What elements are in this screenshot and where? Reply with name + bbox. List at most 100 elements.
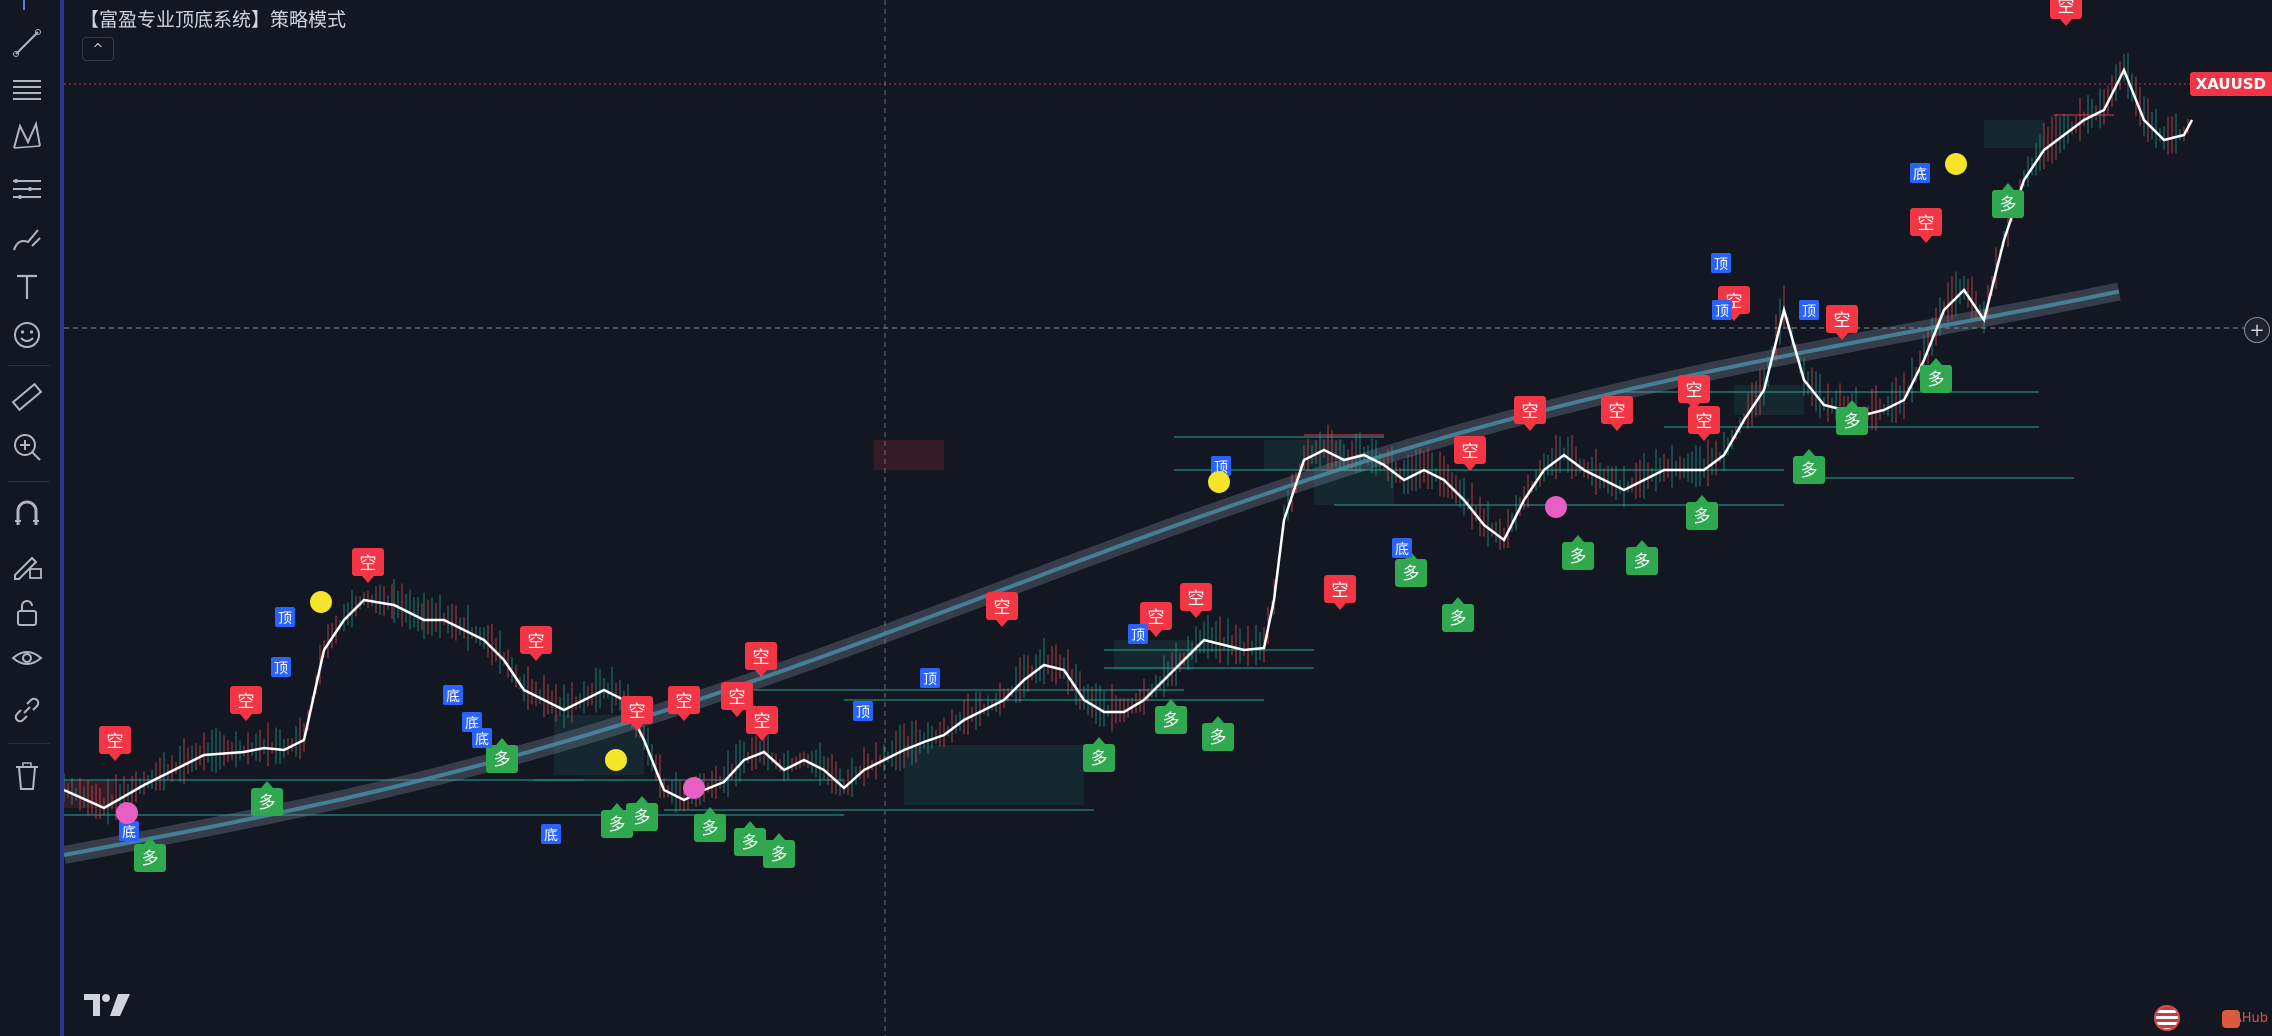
svg-text:多: 多 xyxy=(1801,461,1818,481)
svg-text:顶: 顶 xyxy=(278,611,292,627)
svg-text:多: 多 xyxy=(1163,711,1180,731)
tradingview-logo xyxy=(84,994,130,1020)
top-badge: 顶 xyxy=(1712,300,1732,320)
chart-pane[interactable]: 空空空空空空空空空空空空空空空空空空空空空空多多多多多多多多多多多多多多多多多多… xyxy=(64,0,2272,1036)
lock-drawing-icon[interactable] xyxy=(8,546,46,584)
long-signal-label: 多 xyxy=(734,821,766,856)
emoji-icon[interactable] xyxy=(8,316,46,354)
short-signal-label: 空 xyxy=(230,686,262,721)
short-signal-label: 空 xyxy=(1910,208,1942,243)
magnet-icon[interactable] xyxy=(8,495,46,533)
long-signal-label: 多 xyxy=(251,781,283,816)
bottom-badge: 底 xyxy=(1910,163,1930,183)
horizontal-lines-icon[interactable] xyxy=(8,71,46,109)
pattern-icon[interactable] xyxy=(8,118,46,156)
trend-line-icon[interactable] xyxy=(8,24,46,62)
svg-text:顶: 顶 xyxy=(1715,304,1729,320)
short-signal-label: 空 xyxy=(1454,436,1486,471)
svg-text:底: 底 xyxy=(122,825,136,841)
yellow-marker xyxy=(1208,471,1230,493)
long-signal-label: 多 xyxy=(763,833,795,868)
flag-icon[interactable] xyxy=(2154,1005,2180,1031)
svg-text:空: 空 xyxy=(107,732,124,752)
svg-text:多: 多 xyxy=(1844,412,1861,432)
svg-text:空: 空 xyxy=(1609,402,1626,422)
svg-text:空: 空 xyxy=(528,632,545,652)
long-signal-label: 多 xyxy=(1442,597,1474,632)
short-signal-label: 空 xyxy=(2050,0,2082,26)
brush-icon[interactable] xyxy=(8,220,46,258)
svg-text:空: 空 xyxy=(753,648,770,668)
top-badge: 顶 xyxy=(1128,624,1148,644)
svg-text:底: 底 xyxy=(475,732,489,748)
symbol-price-tag: XAUUSD xyxy=(2189,72,2272,96)
short-signal-label: 空 xyxy=(746,706,778,741)
svg-text:空: 空 xyxy=(1148,608,1165,628)
yellow-marker xyxy=(310,591,332,613)
bottom-badge: 底 xyxy=(443,685,463,705)
signal-zone xyxy=(904,745,1084,805)
watermark-brand: EAHub xyxy=(2224,1011,2268,1026)
svg-text:空: 空 xyxy=(1834,311,1851,331)
svg-text:底: 底 xyxy=(544,828,558,844)
svg-text:多: 多 xyxy=(634,808,651,828)
add-plus-icon[interactable]: + xyxy=(2244,317,2270,343)
svg-text:空: 空 xyxy=(1522,402,1539,422)
short-signal-label: 空 xyxy=(352,548,384,583)
svg-text:空: 空 xyxy=(994,598,1011,618)
signal-zone xyxy=(1734,385,1804,415)
short-signal-label: 空 xyxy=(986,592,1018,627)
pink-marker xyxy=(683,777,705,799)
svg-text:空: 空 xyxy=(2058,0,2075,17)
svg-text:底: 底 xyxy=(1395,542,1409,558)
bottom-badge: 底 xyxy=(1392,538,1412,558)
svg-text:多: 多 xyxy=(1694,507,1711,527)
collapse-button[interactable]: ^ xyxy=(82,37,114,61)
long-signal-label: 多 xyxy=(1836,400,1868,435)
svg-text:空: 空 xyxy=(1918,214,1935,234)
lock-icon[interactable] xyxy=(8,594,46,632)
svg-text:顶: 顶 xyxy=(1714,257,1728,273)
svg-text:空: 空 xyxy=(1462,442,1479,462)
svg-text:多: 多 xyxy=(609,815,626,835)
svg-text:多: 多 xyxy=(1570,547,1587,567)
top-badge: 顶 xyxy=(853,701,873,721)
signal-zone xyxy=(1984,120,2044,148)
svg-text:空: 空 xyxy=(754,712,771,732)
svg-text:顶: 顶 xyxy=(856,705,870,721)
svg-text:顶: 顶 xyxy=(274,661,288,677)
long-signal-label: 多 xyxy=(1992,183,2024,218)
long-signal-label: 多 xyxy=(1626,540,1658,575)
eye-icon[interactable] xyxy=(8,641,46,679)
ruler-icon[interactable] xyxy=(8,378,46,416)
zoom-in-icon[interactable] xyxy=(8,428,46,466)
short-signal-label: 空 xyxy=(1180,583,1212,618)
svg-text:多: 多 xyxy=(259,793,276,813)
short-signal-label: 空 xyxy=(1324,575,1356,610)
svg-text:顶: 顶 xyxy=(1802,304,1816,320)
svg-text:空: 空 xyxy=(360,554,377,574)
long-signal-label: 多 xyxy=(626,796,658,831)
svg-text:顶: 顶 xyxy=(1131,628,1145,644)
price-line xyxy=(64,66,2194,810)
svg-text:多: 多 xyxy=(494,750,511,770)
long-signal-label: 多 xyxy=(1562,535,1594,570)
yellow-marker xyxy=(605,749,627,771)
long-signal-label: 多 xyxy=(1202,716,1234,751)
price-chart: 空空空空空空空空空空 空空 空空空空空空空空空空多多多多 多多多多多多多多多多 多多多多… xyxy=(64,0,2244,1036)
short-signal-label: 空 xyxy=(1601,396,1633,431)
svg-text:空: 空 xyxy=(629,702,646,722)
yellow-marker xyxy=(1945,153,1967,175)
svg-text:空: 空 xyxy=(1332,581,1349,601)
link-icon[interactable] xyxy=(8,691,46,729)
pink-marker xyxy=(116,802,138,824)
text-icon[interactable] xyxy=(8,268,46,306)
long-signal-label: 多 xyxy=(1155,699,1187,734)
long-signal-label: 多 xyxy=(694,807,726,842)
trash-icon[interactable] xyxy=(8,757,46,795)
top-badge: 顶 xyxy=(275,607,295,627)
fib-icon[interactable] xyxy=(8,170,46,208)
svg-text:多: 多 xyxy=(1403,564,1420,584)
short-signal-label: 空 xyxy=(520,626,552,661)
svg-text:多: 多 xyxy=(2000,195,2017,215)
